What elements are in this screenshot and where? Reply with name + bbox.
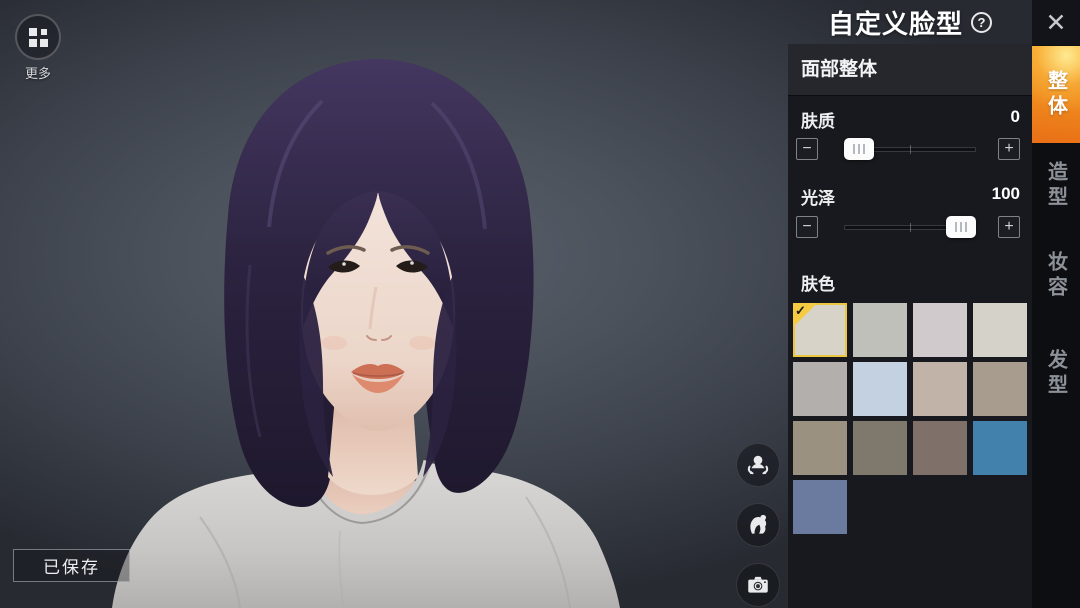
saved-button-label: 已保存 [43, 558, 100, 577]
skin-color-swatch[interactable] [793, 362, 847, 416]
skin-texture-value: 0 [1010, 107, 1020, 126]
selected-check-icon: ✓ [793, 303, 817, 327]
skin-color-swatch[interactable] [853, 362, 907, 416]
rotate-character-icon [747, 455, 769, 475]
rotate-character-button[interactable] [736, 443, 780, 487]
gloss-value: 100 [991, 184, 1020, 203]
skin-texture-slider: − + [788, 136, 1032, 162]
help-icon[interactable]: ? [971, 11, 992, 33]
skin-color-swatch[interactable] [973, 421, 1027, 475]
character-customization-screen: 更多 自定义脸型 ? 面部整体 肤质 0 − + 光泽 100 − + 肤色 ✓… [0, 0, 1080, 608]
tab-styling[interactable]: 造型 [1032, 160, 1080, 212]
gloss-handle[interactable] [946, 216, 976, 238]
camera-icon [748, 576, 768, 593]
tab-hairstyle[interactable]: 发型 [1032, 348, 1080, 400]
tab-makeup[interactable]: 妆容 [1032, 250, 1080, 302]
close-icon[interactable]: ✕ [1032, 0, 1080, 45]
skin-color-grid: ✓ [793, 303, 1027, 534]
page-title: 自定义脸型 [827, 8, 963, 39]
skin-color-swatch[interactable] [913, 362, 967, 416]
saved-button[interactable]: 已保存 [13, 549, 130, 582]
hairstyle-icon [750, 514, 767, 534]
skin-texture-label: 肤质 [801, 112, 835, 131]
hairstyle-button[interactable] [736, 503, 780, 547]
skin-color-swatch[interactable] [853, 421, 907, 475]
skin-texture-increase-button[interactable]: + [998, 138, 1020, 160]
face-settings-panel: 面部整体 肤质 0 − + 光泽 100 − + 肤色 ✓ [788, 44, 1032, 608]
gloss-increase-button[interactable]: + [998, 216, 1020, 238]
skin-texture-decrease-button[interactable]: − [796, 138, 818, 160]
camera-button[interactable] [736, 563, 780, 607]
more-button-label: 更多 [24, 66, 51, 81]
skin-color-swatch[interactable] [973, 362, 1027, 416]
panel-header-label: 面部整体 [801, 59, 878, 80]
character-model[interactable] [90, 45, 690, 608]
skin-color-swatch[interactable] [793, 421, 847, 475]
gloss-slider: − + [788, 214, 1032, 240]
skin-texture-handle[interactable] [844, 138, 874, 160]
skin-color-swatch[interactable] [913, 303, 967, 357]
skin-color-label: 肤色 [801, 275, 835, 294]
skin-color-swatch[interactable]: ✓ [793, 303, 847, 357]
skin-color-swatch[interactable] [793, 480, 847, 534]
skin-color-swatch[interactable] [853, 303, 907, 357]
skin-color-swatch[interactable] [913, 421, 967, 475]
panel-header: 面部整体 [788, 44, 1032, 96]
skin-color-swatch[interactable] [973, 303, 1027, 357]
more-button[interactable]: 更多 [12, 14, 64, 82]
category-tab-column: ✕ 整体 造型 妆容 发型 [1032, 0, 1080, 608]
title-bar: 自定义脸型 ? [788, 0, 1032, 44]
gloss-decrease-button[interactable]: − [796, 216, 818, 238]
grid-apps-icon [28, 27, 48, 47]
tab-overall[interactable]: 整体 [1032, 46, 1080, 143]
gloss-label: 光泽 [801, 189, 835, 208]
